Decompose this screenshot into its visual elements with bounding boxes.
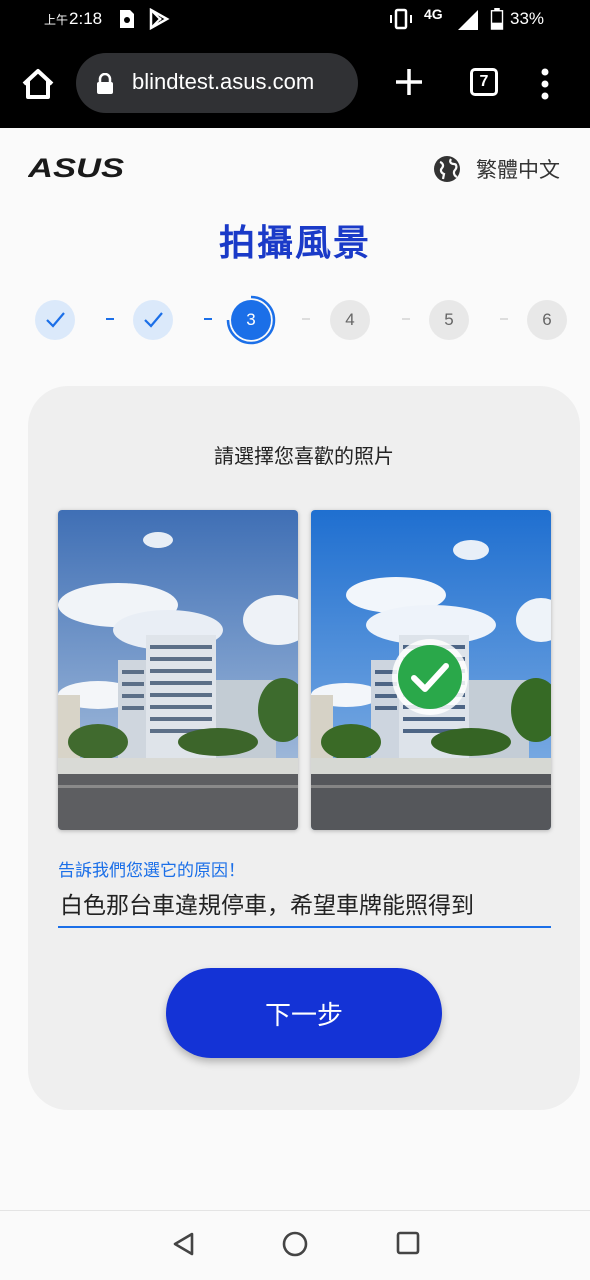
vibrate-icon [390, 8, 412, 30]
step-1 [35, 300, 75, 340]
photo-choice-card: 請選擇您喜歡的照片 告訴我們您選它的原因！ 白色那台車違規停車，希望車牌能照得到… [28, 386, 580, 1110]
battery-icon [490, 8, 504, 30]
home-icon[interactable] [18, 64, 58, 104]
back-icon[interactable] [171, 1231, 195, 1257]
step-connector [402, 318, 410, 320]
reason-label: 告訴我們您選它的原因！ [58, 861, 245, 881]
browser-toolbar: blindtest.asus.com 7 [0, 40, 590, 128]
sim-icon [120, 10, 134, 28]
status-time: 上午2:18 [44, 9, 103, 28]
step-3: 3 [231, 300, 271, 340]
network-type: 4G [424, 6, 443, 22]
recents-icon[interactable] [396, 1231, 420, 1255]
step-connector [204, 318, 212, 320]
svg-text:ASUS: ASUS [28, 156, 124, 180]
check-icon [144, 312, 163, 328]
check-icon [46, 312, 65, 328]
play-store-icon [149, 8, 170, 30]
reason-input[interactable] [58, 880, 551, 928]
lock-icon [97, 73, 113, 94]
home-nav-icon[interactable] [282, 1231, 308, 1257]
step-6: 6 [527, 300, 567, 340]
step-2 [133, 300, 173, 340]
status-bar: 上午2:18 4G 33% [0, 0, 590, 40]
language-label: 繁體中文 [476, 158, 560, 182]
new-tab-icon[interactable] [393, 66, 425, 98]
next-step-button[interactable]: 下一步 [166, 968, 442, 1058]
address-bar[interactable]: blindtest.asus.com [76, 53, 358, 113]
page-title: 拍攝風景 [218, 223, 371, 264]
progress-stepper: 3 4 5 6 [0, 295, 590, 348]
step-connector [106, 318, 114, 320]
more-options-icon[interactable] [540, 68, 550, 100]
photo-option-right[interactable] [311, 510, 551, 830]
asus-logo: ASUS [28, 156, 124, 180]
photo-option-left[interactable] [58, 510, 298, 830]
step-4: 4 [330, 300, 370, 340]
signal-icon [458, 10, 478, 30]
tab-switcher-button[interactable]: 7 [470, 68, 498, 96]
system-nav-bar [0, 1210, 590, 1280]
web-page: ASUS 繁體中文 拍攝風景 3 4 5 6 請選擇您喜歡的照片 告訴我們您選它… [0, 128, 590, 1210]
url-text: blindtest.asus.com [132, 69, 315, 94]
selected-check-icon [392, 639, 468, 715]
step-connector [302, 318, 310, 320]
step-5: 5 [429, 300, 469, 340]
battery-percent: 33% [510, 9, 545, 28]
landscape-photo-left [58, 510, 298, 830]
choice-prompt: 請選擇您喜歡的照片 [214, 444, 394, 468]
globe-icon [434, 156, 460, 182]
step-connector [500, 318, 508, 320]
